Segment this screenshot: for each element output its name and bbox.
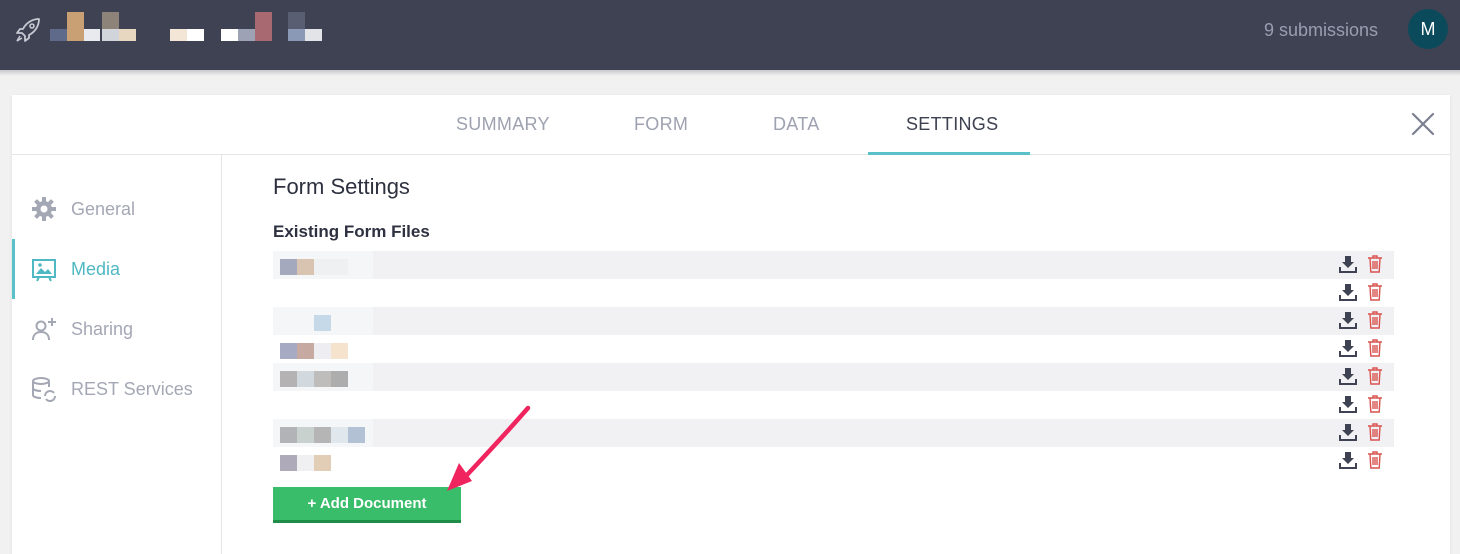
file-name-redacted[interactable] [273, 307, 373, 335]
tab-bar: SUMMARY FORM DATA SETTINGS [12, 95, 1450, 155]
rocket-icon[interactable] [14, 16, 42, 44]
sidebar-item-label: Media [71, 259, 121, 279]
sidebar-item-media[interactable]: Media [12, 239, 222, 299]
file-name-redacted[interactable] [273, 391, 373, 419]
file-name-redacted[interactable] [273, 447, 373, 475]
media-icon [32, 259, 56, 282]
sidebar-item-sharing[interactable]: Sharing [12, 299, 222, 359]
file-name-redacted[interactable] [273, 251, 373, 279]
settings-card: SUMMARY FORM DATA SETTINGS General Media… [12, 95, 1450, 554]
page-title: Form Settings [273, 174, 410, 199]
download-icon[interactable] [1339, 283, 1357, 301]
file-row [273, 307, 1394, 335]
trash-icon[interactable] [1367, 311, 1383, 329]
file-name-redacted[interactable] [273, 419, 373, 447]
file-row [273, 279, 1394, 307]
database-sync-icon [32, 377, 56, 402]
download-icon[interactable] [1339, 395, 1357, 413]
trash-icon[interactable] [1367, 283, 1383, 301]
download-icon[interactable] [1339, 339, 1357, 357]
download-icon[interactable] [1339, 423, 1357, 441]
sidebar-item-label: General [71, 199, 136, 219]
trash-icon[interactable] [1367, 339, 1383, 357]
tab-form[interactable]: FORM [634, 114, 688, 135]
sidebar-item-label: REST Services [71, 379, 193, 399]
file-row [273, 391, 1394, 419]
trash-icon[interactable] [1367, 255, 1383, 273]
file-row [273, 447, 1394, 475]
file-row [273, 419, 1394, 447]
download-icon[interactable] [1339, 451, 1357, 469]
trash-icon[interactable] [1367, 423, 1383, 441]
active-tab-indicator [868, 152, 1030, 155]
file-row [273, 335, 1394, 363]
tab-data[interactable]: DATA [773, 114, 820, 135]
tab-summary[interactable]: SUMMARY [456, 114, 550, 135]
file-name-redacted[interactable] [273, 279, 373, 307]
sidebar-item-label: Sharing [71, 319, 134, 339]
section-heading: Existing Form Files [273, 222, 430, 241]
file-name-redacted[interactable] [273, 335, 373, 363]
sidebar-item-rest-services[interactable]: REST Services [12, 359, 222, 419]
trash-icon[interactable] [1367, 395, 1383, 413]
gear-icon [32, 197, 56, 221]
tab-settings[interactable]: SETTINGS [906, 114, 998, 135]
add-document-button[interactable]: + Add Document [273, 487, 461, 523]
add-user-icon [32, 318, 56, 341]
form-title-redacted [50, 12, 330, 44]
top-bar: 9 submissions M [0, 0, 1460, 70]
submissions-count: 9 submissions [1263, 20, 1378, 40]
download-icon[interactable] [1339, 311, 1357, 329]
file-name-redacted[interactable] [273, 363, 373, 391]
trash-icon[interactable] [1367, 367, 1383, 385]
file-row [273, 251, 1394, 279]
download-icon[interactable] [1339, 367, 1357, 385]
sidebar-item-general[interactable]: General [12, 179, 222, 239]
file-row [273, 363, 1394, 391]
download-icon[interactable] [1339, 255, 1357, 273]
close-icon[interactable] [1410, 111, 1436, 137]
trash-icon[interactable] [1367, 451, 1383, 469]
top-bar-shadow [0, 70, 1460, 76]
user-avatar[interactable]: M [1408, 9, 1448, 49]
settings-sidebar: General Media Sharing REST Services [12, 155, 222, 554]
